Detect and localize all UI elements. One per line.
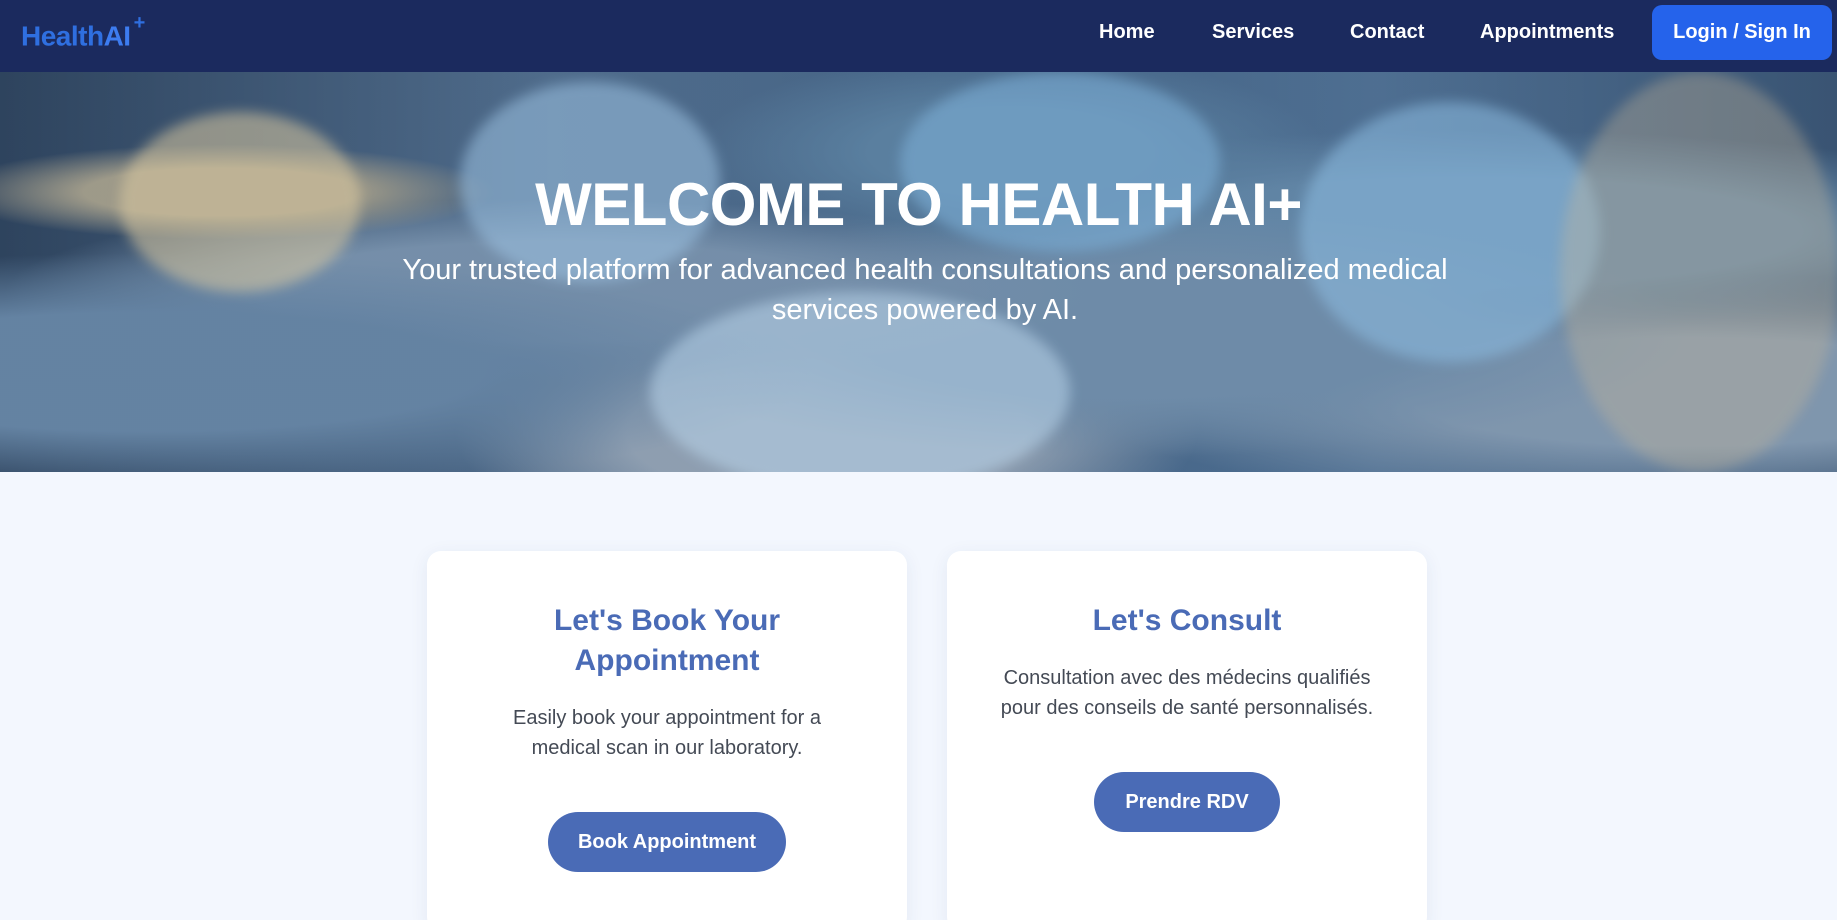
brand-logo[interactable]: HealthAI + xyxy=(21,12,145,52)
consult-card: Let's Consult Consultation avec des méde… xyxy=(947,551,1427,920)
prendre-rdv-button[interactable]: Prendre RDV xyxy=(1094,772,1280,832)
nav-item-home[interactable]: Home xyxy=(1099,21,1155,44)
hero-photo-shape xyxy=(1560,72,1837,472)
card-description: Consultation avec des médecins qualifiés… xyxy=(1000,667,1374,719)
book-appointment-card: Let's Book Your Appointment Easily book … xyxy=(427,551,907,920)
nav-item-contact[interactable]: Contact xyxy=(1350,21,1424,44)
hero-banner: WELCOME TO HEALTH AI+ Your trusted platf… xyxy=(0,72,1837,472)
brand-name-health: Health xyxy=(21,20,104,52)
nav-item-appointments[interactable]: Appointments xyxy=(1480,21,1614,44)
brand-name-ai: AI xyxy=(103,20,132,52)
book-appointment-button[interactable]: Book Appointment xyxy=(548,812,786,872)
hero-title: WELCOME TO HEALTH AI+ xyxy=(535,171,1302,238)
nav-item-services[interactable]: Services xyxy=(1212,21,1294,44)
hero-subtitle: Your trusted platform for advanced healt… xyxy=(402,254,1448,326)
card-description: Easily book your appointment for a medic… xyxy=(513,707,821,759)
login-button[interactable]: Login / Sign In xyxy=(1652,5,1832,60)
navbar: HealthAI + Home Services Contact Appointm… xyxy=(0,0,1837,72)
card-title: Let's Consult xyxy=(1092,604,1282,637)
card-title: Let's Book Your Appointment xyxy=(553,604,781,677)
brand-plus: + xyxy=(133,12,146,34)
